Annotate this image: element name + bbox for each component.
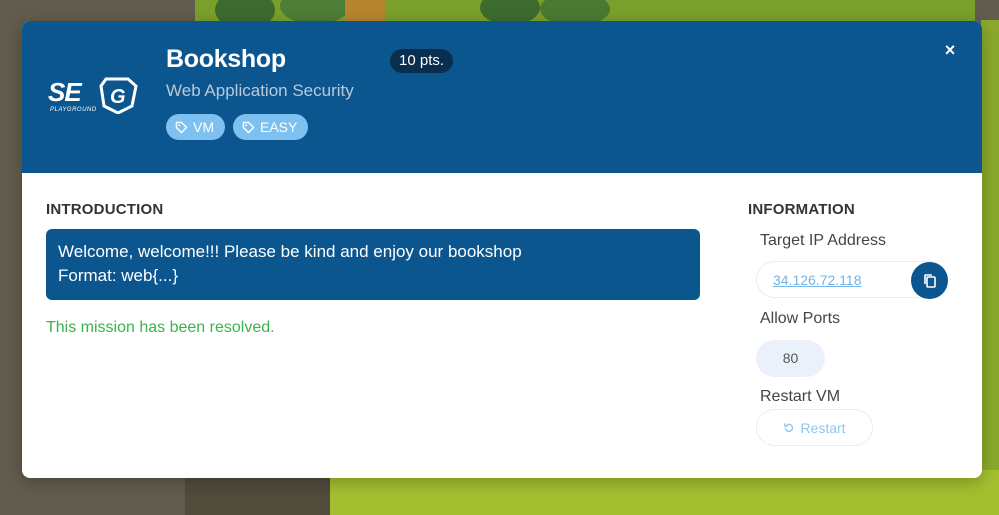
restart-button-label: Restart: [800, 419, 846, 436]
svg-text:G: G: [110, 86, 126, 108]
copy-icon: [923, 273, 936, 288]
svg-text:SE: SE: [48, 77, 82, 107]
introduction-box: Welcome, welcome!!! Please be kind and e…: [46, 229, 700, 300]
tag-icon: [175, 121, 188, 133]
intro-line-1: Welcome, welcome!!! Please be kind and e…: [58, 242, 522, 261]
allow-ports-label: Allow Ports: [760, 310, 841, 327]
points-badge: 10 pts.: [390, 49, 454, 73]
resolved-status: This mission has been resolved.: [46, 319, 275, 336]
tag-vm[interactable]: VM: [166, 114, 225, 140]
intro-line-2: Format: web{...}: [58, 266, 178, 285]
tag-label: VM: [193, 119, 214, 135]
challenge-category: Web Application Security: [166, 81, 354, 100]
seg-playground-logo: SE G PLAYGROUND: [48, 77, 138, 114]
svg-text:PLAYGROUND: PLAYGROUND: [50, 107, 97, 113]
close-icon[interactable]: ×: [938, 38, 962, 62]
target-ip-link[interactable]: 34.126.72.118: [773, 272, 862, 288]
copy-ip-button[interactable]: [911, 262, 948, 299]
restart-vm-label: Restart VM: [760, 388, 841, 405]
restart-icon: [784, 422, 794, 432]
introduction-heading: INTRODUCTION: [46, 201, 164, 218]
tag-label: EASY: [260, 119, 298, 135]
target-ip-label: Target IP Address: [760, 232, 886, 249]
challenge-modal: SE G PLAYGROUND Bookshop 10 pts. Web App…: [22, 21, 982, 478]
information-heading: INFORMATION: [748, 201, 855, 218]
modal-header: SE G PLAYGROUND Bookshop 10 pts. Web App…: [22, 21, 982, 173]
tag-list: VM EASY: [166, 114, 309, 140]
restart-button[interactable]: Restart: [756, 409, 873, 446]
challenge-title: Bookshop: [166, 45, 286, 73]
tag-easy[interactable]: EASY: [233, 114, 309, 140]
port-chip: 80: [756, 340, 825, 377]
tag-icon: [242, 121, 255, 133]
